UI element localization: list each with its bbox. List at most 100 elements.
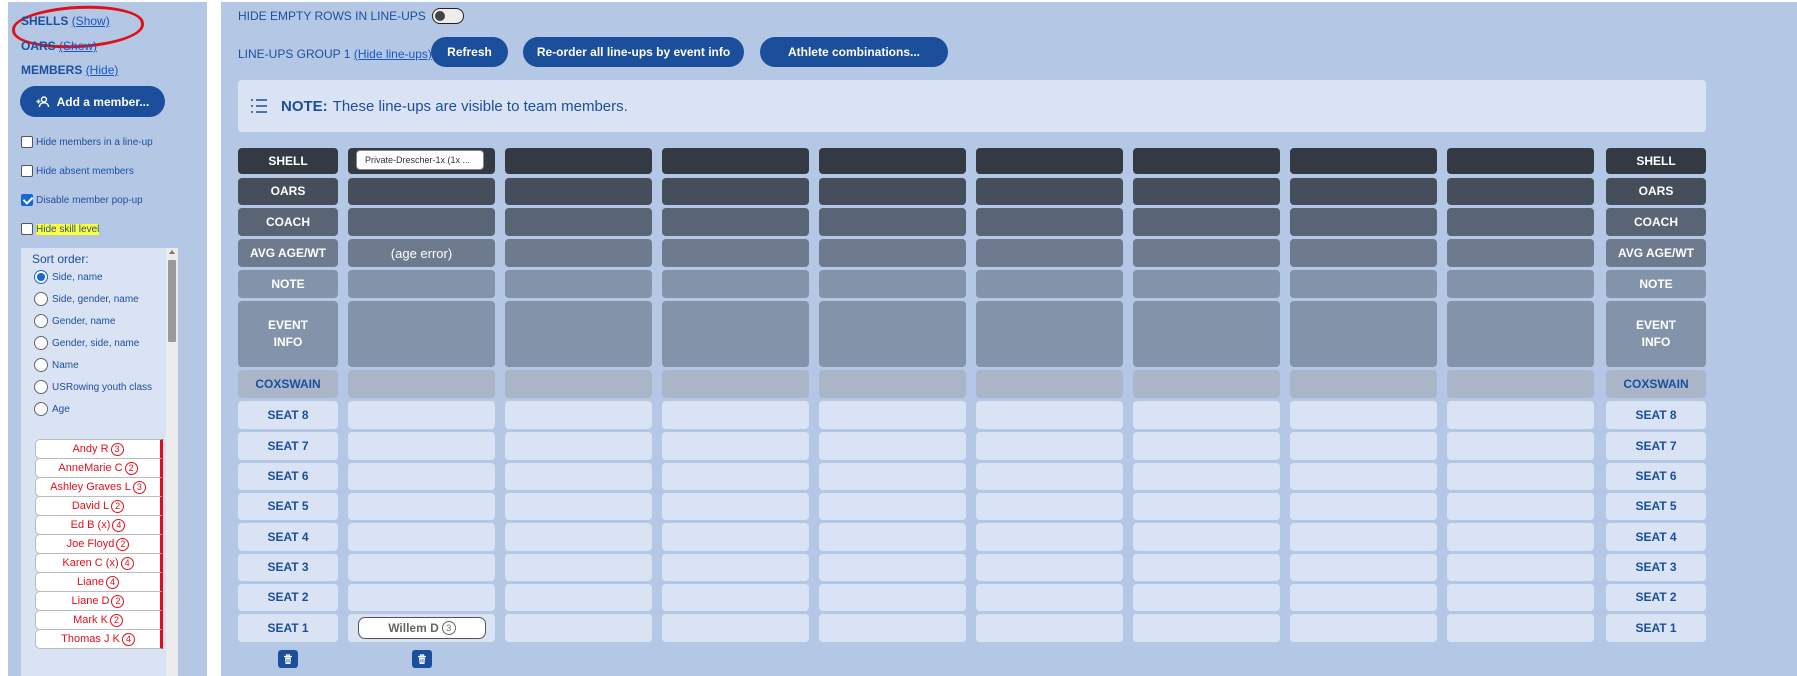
lineup-cell[interactable] [976, 584, 1123, 611]
lineup-cell[interactable] [1447, 178, 1594, 205]
lineup-cell[interactable] [1447, 301, 1594, 367]
lineup-cell[interactable] [348, 270, 495, 298]
lineup-cell[interactable] [819, 270, 966, 298]
sort-radio[interactable] [34, 358, 48, 372]
disable-popup-checkbox[interactable] [21, 194, 33, 206]
member-chip[interactable]: Thomas J K4 [35, 629, 163, 649]
lineup-cell[interactable] [348, 370, 495, 398]
lineup-cell[interactable] [1133, 148, 1280, 174]
lineup-cell[interactable] [505, 401, 652, 429]
scroll-thumb[interactable] [168, 260, 176, 342]
lineup-cell[interactable] [819, 148, 966, 174]
option-hide-absent[interactable]: Hide absent members [21, 165, 134, 177]
lineup-cell[interactable] [1290, 584, 1437, 611]
delete-all-button[interactable] [278, 650, 298, 668]
lineup-cell[interactable] [505, 148, 652, 174]
lineup-cell[interactable] [1290, 463, 1437, 490]
athlete-combinations-button[interactable]: Athlete combinations... [760, 37, 948, 67]
sort-radio[interactable] [34, 402, 48, 416]
lineup-cell[interactable] [819, 614, 966, 642]
lineup-cell[interactable] [348, 401, 495, 429]
member-chip[interactable]: Liane D2 [35, 591, 163, 611]
lineup-cell[interactable] [1133, 370, 1280, 398]
lineup-cell[interactable] [662, 523, 809, 551]
reorder-lineups-button[interactable]: Re-order all line-ups by event info [523, 37, 744, 67]
delete-lineup-button[interactable] [412, 650, 432, 668]
lineup-cell[interactable] [1447, 270, 1594, 298]
lineup-cell[interactable] [819, 432, 966, 460]
lineup-cell[interactable] [1290, 523, 1437, 551]
lineup-cell[interactable] [348, 432, 495, 460]
members-hide-link[interactable]: (Hide) [86, 63, 119, 77]
seat1-member-chip[interactable]: Willem D3 [358, 617, 486, 639]
lineup-cell[interactable] [1447, 148, 1594, 174]
lineup-cell[interactable] [662, 584, 809, 611]
hide-absent-checkbox[interactable] [21, 165, 33, 177]
lineup-cell[interactable] [1447, 493, 1594, 520]
lineup-cell[interactable] [1133, 614, 1280, 642]
lineup-cell[interactable] [1133, 301, 1280, 367]
lineup-cell[interactable] [1447, 401, 1594, 429]
hide-empty-rows-toggle[interactable] [431, 8, 464, 24]
member-chip[interactable]: Andy R3 [35, 439, 163, 459]
lineup-cell[interactable] [819, 584, 966, 611]
lineup-cell[interactable] [1447, 208, 1594, 236]
lineup-cell[interactable] [662, 370, 809, 398]
option-hide-skill[interactable]: Hide skill level [21, 223, 100, 235]
sort-option[interactable]: Name [34, 358, 79, 372]
lineup-cell[interactable] [1133, 178, 1280, 205]
sort-radio[interactable] [34, 270, 48, 284]
lineup-cell[interactable] [662, 301, 809, 367]
lineup-cell[interactable] [505, 493, 652, 520]
member-chip[interactable]: Karen C (x) 4 [35, 553, 163, 573]
member-chip[interactable]: David L2 [35, 496, 163, 516]
lineup-cell[interactable] [976, 148, 1123, 174]
lineup-cell[interactable] [976, 614, 1123, 642]
lineup-cell[interactable] [819, 554, 966, 581]
option-hide-in-lineup[interactable]: Hide members in a line-up [21, 136, 153, 148]
sort-radio[interactable] [34, 380, 48, 394]
member-chip[interactable]: Joe Floyd 2 [35, 534, 163, 554]
scroll-up-arrow-icon[interactable] [169, 250, 175, 254]
lineup-cell[interactable] [819, 301, 966, 367]
lineup-cell[interactable] [348, 493, 495, 520]
sort-option[interactable]: Side, gender, name [34, 292, 139, 306]
lineup-cell[interactable] [1290, 178, 1437, 205]
add-member-button[interactable]: Add a member... [20, 86, 165, 117]
lineup-cell[interactable] [976, 270, 1123, 298]
member-chip[interactable]: Mark K2 [35, 610, 163, 630]
lineup-cell[interactable] [662, 401, 809, 429]
option-disable-popup[interactable]: Disable member pop-up [21, 194, 143, 206]
lineup-cell[interactable] [348, 523, 495, 551]
hide-lineups-link[interactable]: (Hide line-ups) [354, 47, 432, 61]
sort-option[interactable]: Gender, name [34, 314, 115, 328]
lineup-cell[interactable] [662, 208, 809, 236]
lineup-cell[interactable] [1133, 523, 1280, 551]
lineup-cell[interactable] [662, 270, 809, 298]
hide-skill-checkbox[interactable] [21, 223, 33, 235]
lineup-cell[interactable] [505, 584, 652, 611]
lineup-cell[interactable] [976, 401, 1123, 429]
member-chip[interactable]: Ed B (x) 4 [35, 515, 163, 535]
lineup-cell[interactable] [348, 178, 495, 205]
lineup-cell[interactable] [819, 208, 966, 236]
oars-show-link[interactable]: (Show) [59, 39, 97, 53]
lineup-cell[interactable] [976, 301, 1123, 367]
shell-select-input[interactable]: Private-Drescher-1x (1x ... [356, 150, 484, 170]
sort-option[interactable]: Gender, side, name [34, 336, 139, 350]
sort-radio[interactable] [34, 292, 48, 306]
lineup-cell[interactable] [976, 554, 1123, 581]
lineup-cell[interactable] [976, 523, 1123, 551]
lineup-cell[interactable] [662, 463, 809, 490]
lineup-cell[interactable] [1447, 554, 1594, 581]
lineup-cell[interactable] [662, 554, 809, 581]
member-chip[interactable]: Ashley Graves L3 [35, 477, 163, 497]
lineup-cell[interactable] [1447, 370, 1594, 398]
lineup-cell[interactable] [819, 178, 966, 205]
lineup-cell[interactable] [976, 432, 1123, 460]
lineup-cell[interactable] [1133, 463, 1280, 490]
lineup-cell[interactable] [1290, 301, 1437, 367]
lineup-cell[interactable] [505, 614, 652, 642]
lineup-cell[interactable] [976, 208, 1123, 236]
lineup-cell[interactable] [662, 493, 809, 520]
